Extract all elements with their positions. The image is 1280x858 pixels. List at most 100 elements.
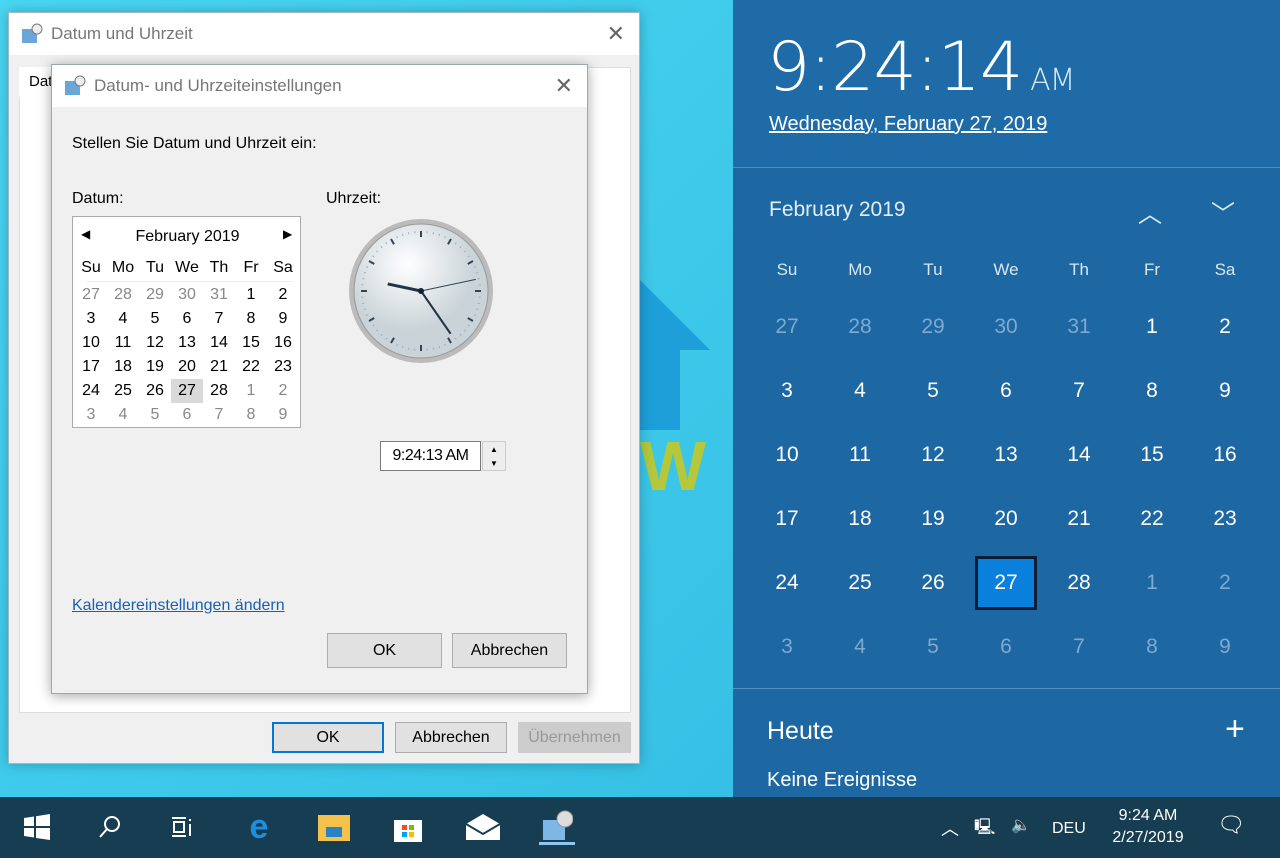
calendar-day[interactable]: 11 (829, 428, 891, 482)
calendar-day[interactable]: 8 (235, 403, 267, 427)
calendar-day[interactable]: 22 (235, 355, 267, 379)
calendar-day[interactable]: 5 (139, 307, 171, 331)
calendar-day[interactable]: 3 (756, 364, 818, 418)
calendar-day[interactable]: 31 (203, 283, 235, 307)
calendar-day[interactable]: 26 (139, 379, 171, 403)
calendar-day[interactable]: 29 (902, 300, 964, 354)
calendar-day[interactable]: 10 (75, 331, 107, 355)
calendar-day[interactable]: 20 (171, 355, 203, 379)
calendar-day[interactable]: 4 (107, 307, 139, 331)
calendar-day[interactable]: 25 (829, 556, 891, 610)
calendar-day[interactable]: 18 (107, 355, 139, 379)
calendar-day[interactable]: 1 (1121, 300, 1183, 354)
calendar-day[interactable]: 28 (107, 283, 139, 307)
calendar-day[interactable]: 27 (75, 283, 107, 307)
date-picker-calendar[interactable]: ◀ February 2019 ▶ Su Mo Tu We Th Fr Sa 27 28 29 30… (72, 216, 301, 428)
calendar-day[interactable]: 29 (139, 283, 171, 307)
calendar-day[interactable]: 20 (975, 492, 1037, 546)
calendar-day[interactable]: 16 (267, 331, 299, 355)
ok-button[interactable]: OK (327, 633, 442, 668)
calendar-day[interactable]: 5 (139, 403, 171, 427)
calendar-settings-link[interactable]: Kalendereinstellungen ändern (72, 597, 285, 615)
calendar-day[interactable]: 9 (267, 403, 299, 427)
taskbar-clock[interactable]: 9:24 AM 2/27/2019 (1100, 805, 1196, 849)
previous-month-icon[interactable]: ︿ (1138, 194, 1162, 229)
calendar-day[interactable]: 11 (107, 331, 139, 355)
spin-up-icon[interactable]: ▲ (490, 445, 498, 454)
apply-button[interactable]: Übernehmen (518, 722, 631, 753)
next-month-icon[interactable]: ﹀ (1211, 194, 1235, 229)
calendar-day[interactable]: 4 (829, 620, 891, 674)
time-input[interactable]: 9:24:13 AM (380, 441, 481, 471)
calendar-day[interactable]: 8 (1121, 364, 1183, 418)
calendar-day[interactable]: 6 (975, 364, 1037, 418)
calendar-month[interactable]: February 2019 (769, 198, 906, 222)
date-time-app-icon[interactable] (539, 809, 575, 845)
calendar-day[interactable]: 6 (171, 403, 203, 427)
calendar-day[interactable]: 7 (203, 403, 235, 427)
network-icon[interactable]: 🖳 (974, 816, 995, 843)
calendar-day[interactable]: 2 (267, 283, 299, 307)
calendar-day[interactable]: 3 (756, 620, 818, 674)
calendar-day[interactable]: 6 (171, 307, 203, 331)
volume-icon[interactable]: 🔈 (1011, 815, 1031, 835)
calendar-day[interactable]: 30 (975, 300, 1037, 354)
calendar-day[interactable]: 1 (235, 379, 267, 403)
current-date-link[interactable]: Wednesday, February 27, 2019 (769, 113, 1047, 136)
calendar-day[interactable]: 24 (75, 379, 107, 403)
next-month-icon[interactable]: ▶ (283, 227, 292, 241)
calendar-day[interactable]: 9 (1194, 364, 1256, 418)
calendar-day[interactable]: 25 (107, 379, 139, 403)
calendar-day[interactable]: 12 (902, 428, 964, 482)
calendar-day[interactable]: 13 (975, 428, 1037, 482)
close-icon[interactable]: ✕ (607, 21, 625, 47)
task-view-icon[interactable] (163, 809, 199, 845)
calendar-day[interactable]: 6 (975, 620, 1037, 674)
calendar-day[interactable]: 16 (1194, 428, 1256, 482)
calendar-day[interactable]: 7 (1048, 620, 1110, 674)
calendar-day[interactable]: 2 (1194, 300, 1256, 354)
action-center-icon[interactable]: 🗨 (1217, 812, 1245, 838)
add-event-icon[interactable]: + (1225, 710, 1245, 749)
calendar-day[interactable]: 14 (203, 331, 235, 355)
calendar-day[interactable]: 23 (267, 355, 299, 379)
calendar-day[interactable]: 5 (902, 620, 964, 674)
show-hidden-icons-icon[interactable]: ︿ (941, 815, 959, 841)
input-language[interactable]: DEU (1052, 820, 1086, 838)
calendar-day[interactable]: 2 (267, 379, 299, 403)
calendar-day[interactable]: 5 (902, 364, 964, 418)
calendar-day[interactable]: 19 (902, 492, 964, 546)
calendar-day[interactable]: 28 (203, 379, 235, 403)
calendar-day[interactable]: 31 (1048, 300, 1110, 354)
cancel-button[interactable]: Abbrechen (452, 633, 567, 668)
calendar-day-selected[interactable]: 27 (171, 379, 203, 403)
calendar-day[interactable]: 8 (235, 307, 267, 331)
calendar-day[interactable]: 28 (1048, 556, 1110, 610)
windows-start-icon[interactable] (19, 809, 55, 845)
calendar-day[interactable]: 1 (1121, 556, 1183, 610)
calendar-day[interactable]: 1 (235, 283, 267, 307)
calendar-day[interactable]: 27 (756, 300, 818, 354)
ok-button[interactable]: OK (272, 722, 384, 753)
calendar-day[interactable]: 24 (756, 556, 818, 610)
calendar-day[interactable]: 2 (1194, 556, 1256, 610)
calendar-day[interactable]: 15 (1121, 428, 1183, 482)
calendar-day[interactable]: 14 (1048, 428, 1110, 482)
calendar-day[interactable]: 17 (75, 355, 107, 379)
calendar-day[interactable]: 17 (756, 492, 818, 546)
calendar-day[interactable]: 3 (75, 307, 107, 331)
calendar-day[interactable]: 22 (1121, 492, 1183, 546)
calendar-day[interactable]: 9 (1194, 620, 1256, 674)
calendar-day[interactable]: 15 (235, 331, 267, 355)
calendar-day-selected[interactable]: 27 (975, 556, 1037, 610)
cancel-button[interactable]: Abbrechen (395, 722, 507, 753)
calendar-day[interactable]: 12 (139, 331, 171, 355)
store-icon[interactable] (390, 809, 426, 845)
calendar-day[interactable]: 10 (756, 428, 818, 482)
time-spinner[interactable]: ▲ ▼ (482, 441, 506, 471)
search-icon[interactable] (92, 809, 128, 845)
calendar-day[interactable]: 21 (203, 355, 235, 379)
calendar-day[interactable]: 9 (267, 307, 299, 331)
calendar-day[interactable]: 21 (1048, 492, 1110, 546)
spin-down-icon[interactable]: ▼ (490, 459, 498, 468)
